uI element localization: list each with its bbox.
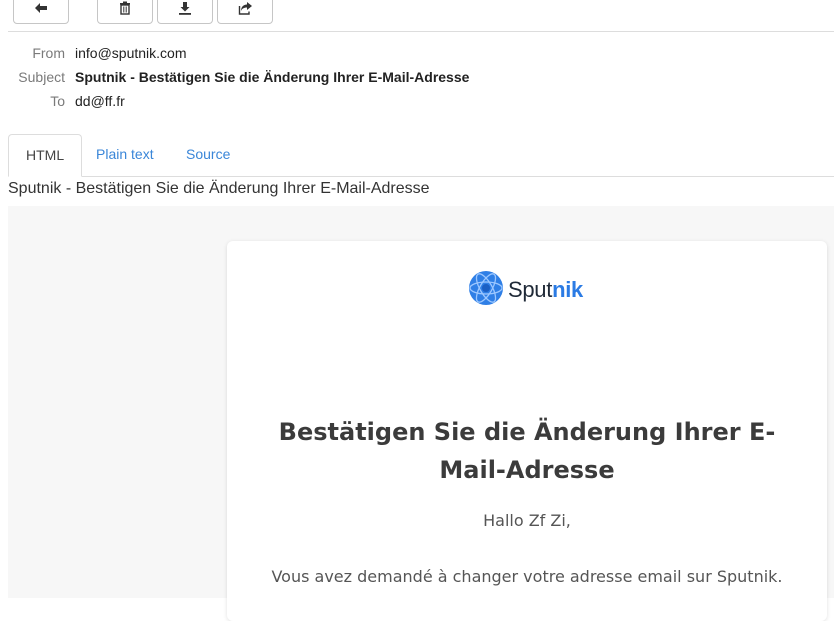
logo-text-nik: nik [552,277,583,302]
tab-source[interactable]: Source [169,134,247,176]
email-title-line: Sputnik - Bestätigen Sie die Änderung Ih… [8,180,430,197]
subject-value: Sputnik - Bestätigen Sie die Änderung Ih… [75,69,470,85]
download-button[interactable] [157,0,213,24]
forward-button[interactable] [217,0,273,24]
to-value: dd@ff.fr [75,93,125,109]
back-button[interactable] [13,0,69,24]
delete-button[interactable] [97,0,153,24]
sputnik-globe-icon [467,269,505,312]
trash-icon [119,1,131,15]
tab-html[interactable]: HTML [8,134,83,177]
view-tabs: HTML Plain text Source [8,134,834,177]
from-label: From [32,45,65,61]
email-card: Sputnik Bestätigen Sie die Änderung Ihre… [227,241,827,621]
email-headline: Bestätigen Sie die Änderung Ihrer E-Mail… [278,418,776,484]
from-value: info@sputnik.com [75,45,187,61]
email-greeting: Hallo Zf Zi, [483,511,571,530]
email-body-text: Vous avez demandé à changer votre adress… [271,567,783,586]
subject-label: Subject [18,69,65,85]
message-toolbar [0,0,834,32]
sputnik-logo: Sputnik [467,270,583,308]
share-icon [238,1,253,15]
logo-text-sput: Sput [508,277,553,302]
tab-plain-text[interactable]: Plain text [79,134,171,176]
toolbar-divider [8,31,834,32]
to-label: To [50,93,65,109]
arrow-left-icon [34,2,48,14]
download-icon [178,1,192,15]
